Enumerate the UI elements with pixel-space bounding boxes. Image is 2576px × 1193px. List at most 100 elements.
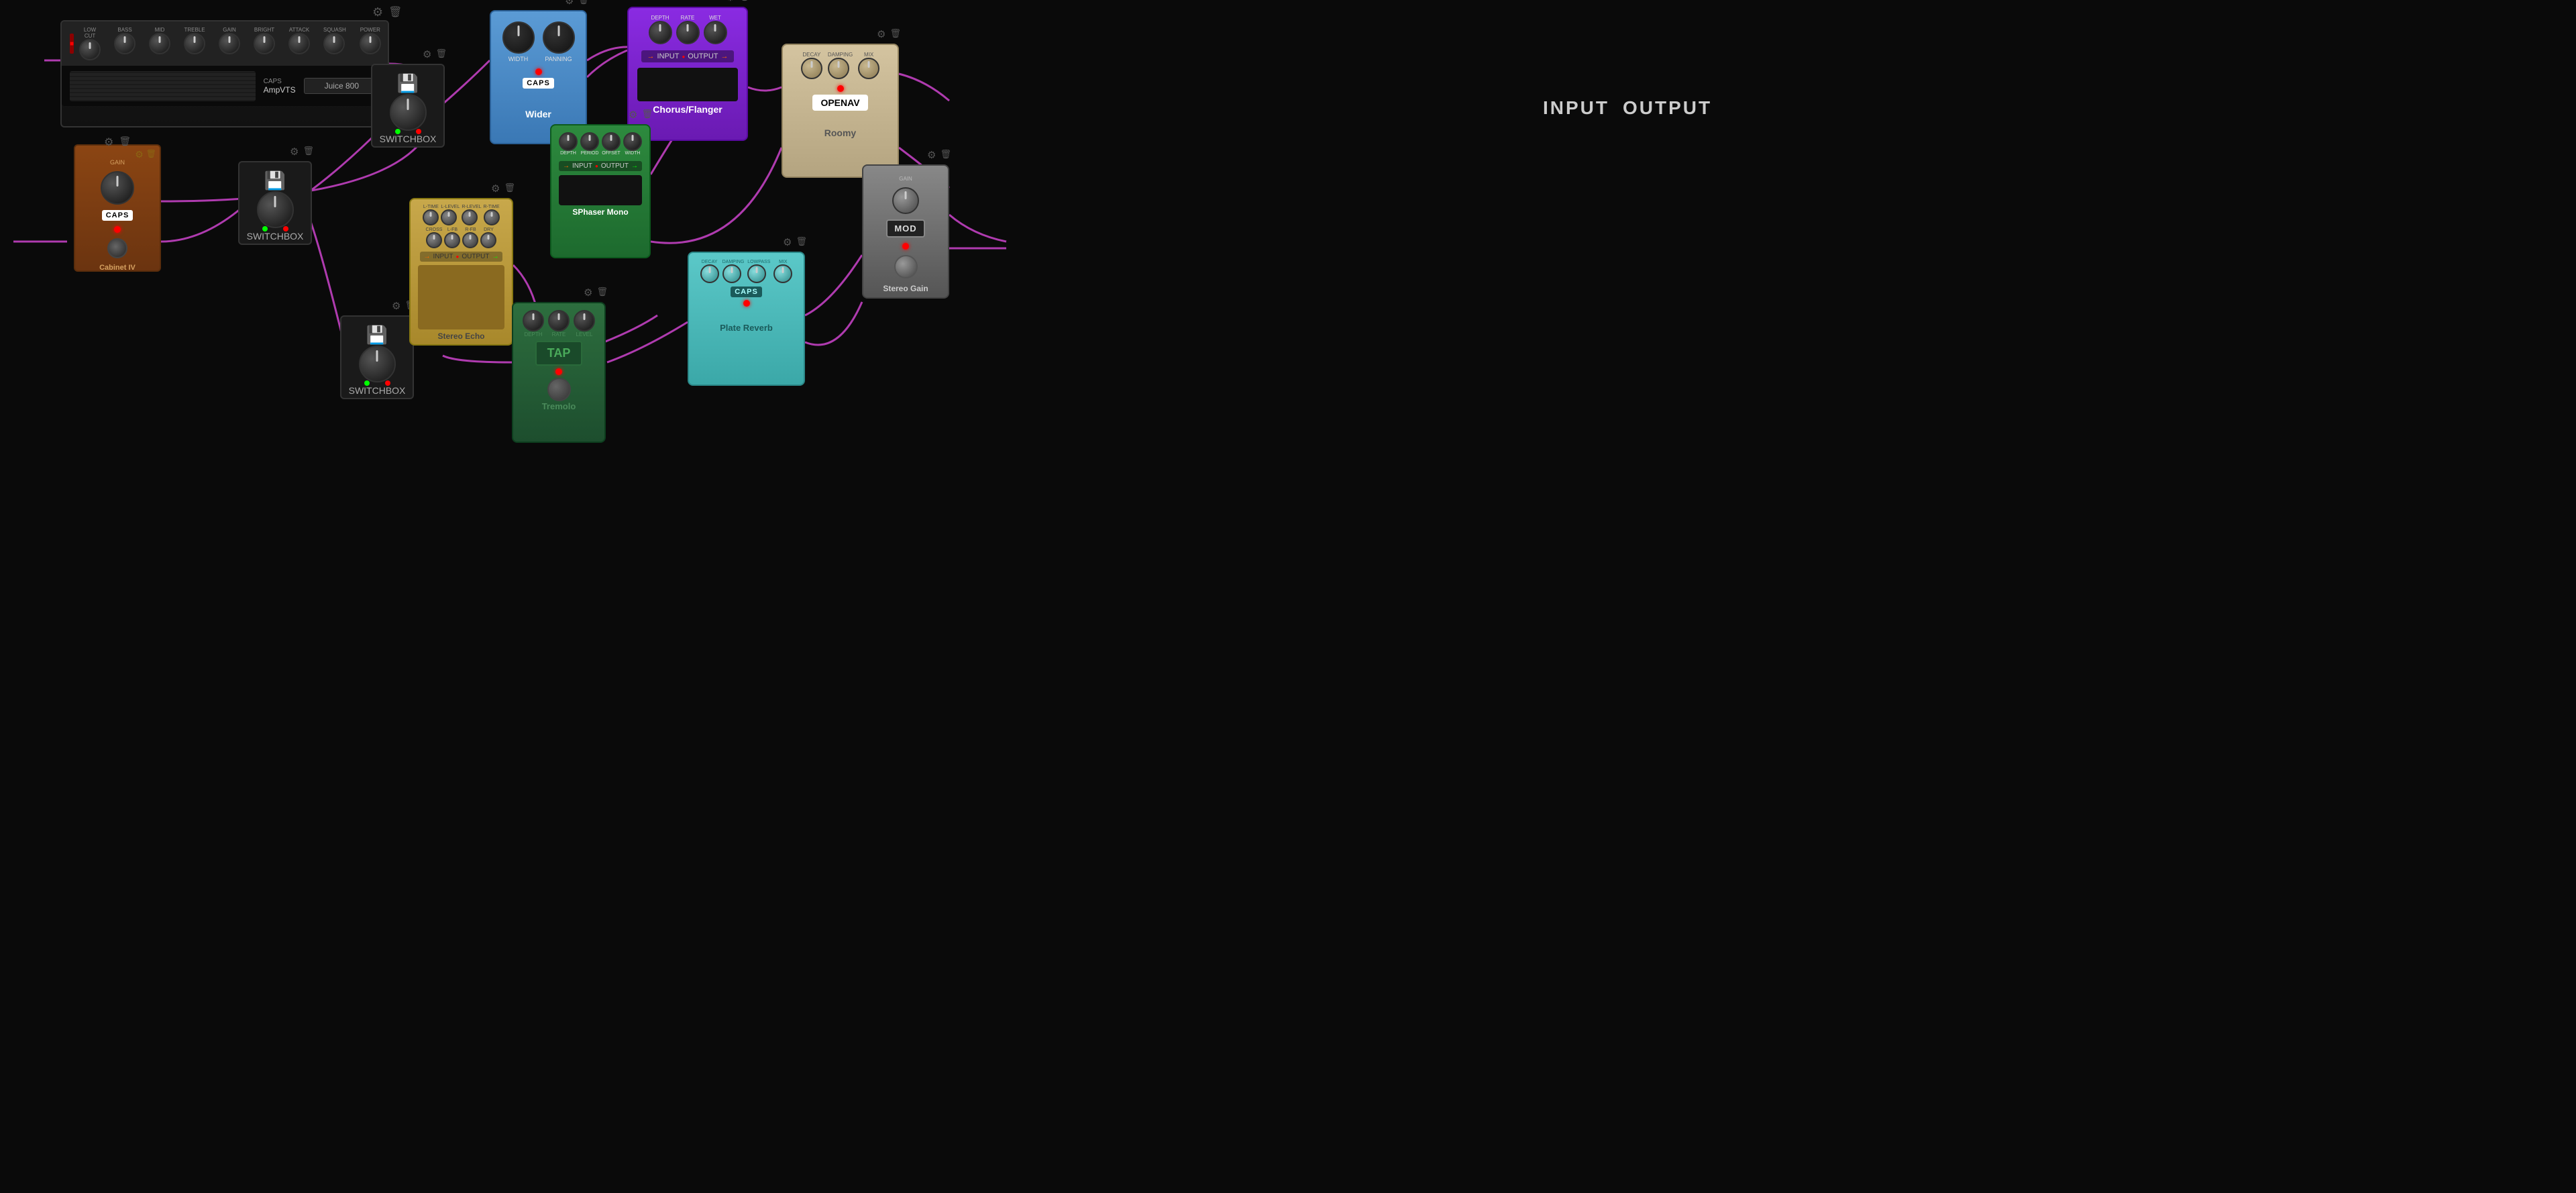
- knob-tremolo-rate[interactable]: [548, 310, 570, 331]
- knob-pr-mix[interactable]: [773, 264, 792, 283]
- gear-icon[interactable]: ⚙: [565, 0, 574, 7]
- switchbox3-save-icon: 💾: [366, 325, 388, 346]
- knob-echo-ltime[interactable]: [423, 209, 439, 225]
- echo-rlevel-label: R-LEVEL: [462, 205, 481, 209]
- gear-icon[interactable]: ⚙: [135, 149, 144, 160]
- gear-icon[interactable]: ⚙: [491, 183, 500, 195]
- gear-icon[interactable]: ⚙: [927, 149, 936, 161]
- sphaser-input-label: INPUT: [572, 162, 592, 170]
- knob-cabinet-2[interactable]: [107, 238, 127, 258]
- knob-treble[interactable]: [184, 33, 205, 54]
- switchbox-3-pedal: ⚙ 🗑 💾 SWITCHBOX: [340, 315, 414, 399]
- knob-echo-dry[interactable]: [480, 232, 496, 248]
- knob-label-treble: TREBLE: [184, 27, 205, 33]
- trash-icon[interactable]: 🗑: [303, 146, 314, 158]
- knob-echo-llevel[interactable]: [441, 209, 457, 225]
- knob-tremolo-level[interactable]: [574, 310, 595, 331]
- knob-switchbox1[interactable]: [257, 191, 294, 228]
- switchbox-3-label: SWITCHBOX: [349, 385, 406, 396]
- knob-label-squash: SQUASH: [323, 27, 346, 33]
- gear-icon[interactable]: ⚙: [104, 136, 113, 149]
- trash-icon[interactable]: 🗑: [796, 236, 807, 248]
- trash-icon[interactable]: 🗑: [596, 287, 608, 299]
- knob-attack[interactable]: [288, 33, 310, 54]
- cf-name: Chorus/Flanger: [653, 104, 722, 115]
- trash-icon[interactable]: 🗑: [641, 109, 653, 121]
- knob-echo-rtime[interactable]: [484, 209, 500, 225]
- trash-icon[interactable]: 🗑: [146, 149, 156, 160]
- cf-depth-label: DEPTH: [649, 15, 672, 21]
- gear-icon[interactable]: ⚙: [372, 5, 383, 19]
- knob-pr-decay[interactable]: [700, 264, 719, 283]
- gear-icon[interactable]: ⚙: [290, 146, 299, 158]
- knob-switchbox2[interactable]: [390, 94, 427, 131]
- knob-switchbox3[interactable]: [359, 346, 396, 382]
- knob-bass[interactable]: [114, 33, 136, 54]
- gear-icon[interactable]: ⚙: [783, 236, 792, 248]
- knob-stereo-gain-2[interactable]: [894, 255, 918, 278]
- knob-stereo-gain[interactable]: [892, 187, 919, 214]
- gear-icon[interactable]: ⚙: [629, 109, 637, 121]
- knob-cabinet-gain[interactable]: [101, 171, 134, 205]
- knob-pr-damping[interactable]: [722, 264, 741, 283]
- knob-echo-cross[interactable]: [426, 232, 442, 248]
- gear-icon[interactable]: ⚙: [726, 0, 735, 3]
- gear-icon[interactable]: ⚙: [877, 28, 885, 40]
- plate-reverb-pedal: ⚙ 🗑 DECAY DAMPING LOWPASS MIX CAPS Plate…: [688, 252, 805, 386]
- knob-squash[interactable]: [323, 33, 345, 54]
- knob-tremolo-depth[interactable]: [523, 310, 544, 331]
- knob-mid[interactable]: [149, 33, 170, 54]
- knob-cf-depth[interactable]: [649, 21, 672, 44]
- knob-sphaser-depth[interactable]: [559, 132, 578, 151]
- knob-cf-wet[interactable]: [704, 21, 727, 44]
- caps-badge: CAPS: [102, 210, 133, 221]
- knob-roomy-damping[interactable]: [828, 58, 849, 79]
- led-wider: [535, 68, 542, 75]
- sphaser-depth-label: DEPTH: [559, 151, 578, 156]
- knob-sphaser-offset[interactable]: [602, 132, 621, 151]
- trash-icon[interactable]: 🗑: [578, 0, 589, 7]
- knob-bright[interactable]: [254, 33, 275, 54]
- openav-badge: OPENAV: [812, 95, 867, 111]
- switchbox-1-label: SWITCHBOX: [247, 231, 304, 242]
- knob-sphaser-width[interactable]: [623, 132, 642, 151]
- trash-icon[interactable]: 🗑: [119, 136, 131, 149]
- knob-label-attack: ATTACK: [288, 27, 310, 33]
- gear-icon[interactable]: ⚙: [584, 287, 592, 299]
- trash-icon[interactable]: 🗑: [435, 48, 447, 60]
- knob-echo-rlevel[interactable]: [462, 209, 478, 225]
- knob-gain[interactable]: [219, 33, 240, 54]
- knob-roomy-mix[interactable]: [858, 58, 879, 79]
- knob-label-bass: BASS: [114, 27, 136, 33]
- knob-power[interactable]: [360, 33, 381, 54]
- trash-icon[interactable]: 🗑: [504, 183, 515, 195]
- knob-label-gain: GAIN: [219, 27, 240, 33]
- gear-icon[interactable]: ⚙: [423, 48, 431, 60]
- pr-decay-label: DECAY: [700, 260, 719, 264]
- knob-echo-lfb[interactable]: [444, 232, 460, 248]
- knob-wider-width[interactable]: [502, 21, 535, 54]
- trash-icon[interactable]: 🗑: [388, 5, 402, 19]
- knob-echo-rfb[interactable]: [462, 232, 478, 248]
- trash-icon[interactable]: 🗑: [739, 0, 750, 3]
- amp-preset[interactable]: Juice 800: [304, 78, 380, 94]
- trash-icon[interactable]: 🗑: [940, 149, 951, 161]
- knob-label-bright: BRIGHT: [254, 27, 275, 33]
- knob-tremolo-tap[interactable]: [547, 378, 571, 401]
- sphaser-period-label: PERIOD: [580, 151, 599, 156]
- tap-badge[interactable]: TAP: [535, 341, 583, 366]
- knob-sphaser-period[interactable]: [580, 132, 599, 151]
- sphaser-pedal: ⚙ 🗑 DEPTH PERIOD OFFSET WIDTH → INPUT ● …: [550, 124, 651, 258]
- gear-icon[interactable]: ⚙: [392, 300, 400, 312]
- stereo-gain-knob-label: GAIN: [899, 176, 912, 182]
- output-label: OUTPUT: [1623, 97, 1712, 119]
- knob-roomy-decay[interactable]: [801, 58, 822, 79]
- knob-pr-lowpass[interactable]: [747, 264, 766, 283]
- trash-icon[interactable]: 🗑: [890, 28, 901, 40]
- cabinet-iv-icons: ⚙ 🗑: [104, 136, 131, 149]
- knob-label-lowcut: LOW CUT: [79, 27, 101, 39]
- knob-label-power: POWER: [360, 27, 381, 33]
- knob-wider-panning[interactable]: [543, 21, 575, 54]
- knob-cf-rate[interactable]: [676, 21, 700, 44]
- knob-lowcut[interactable]: [79, 39, 101, 60]
